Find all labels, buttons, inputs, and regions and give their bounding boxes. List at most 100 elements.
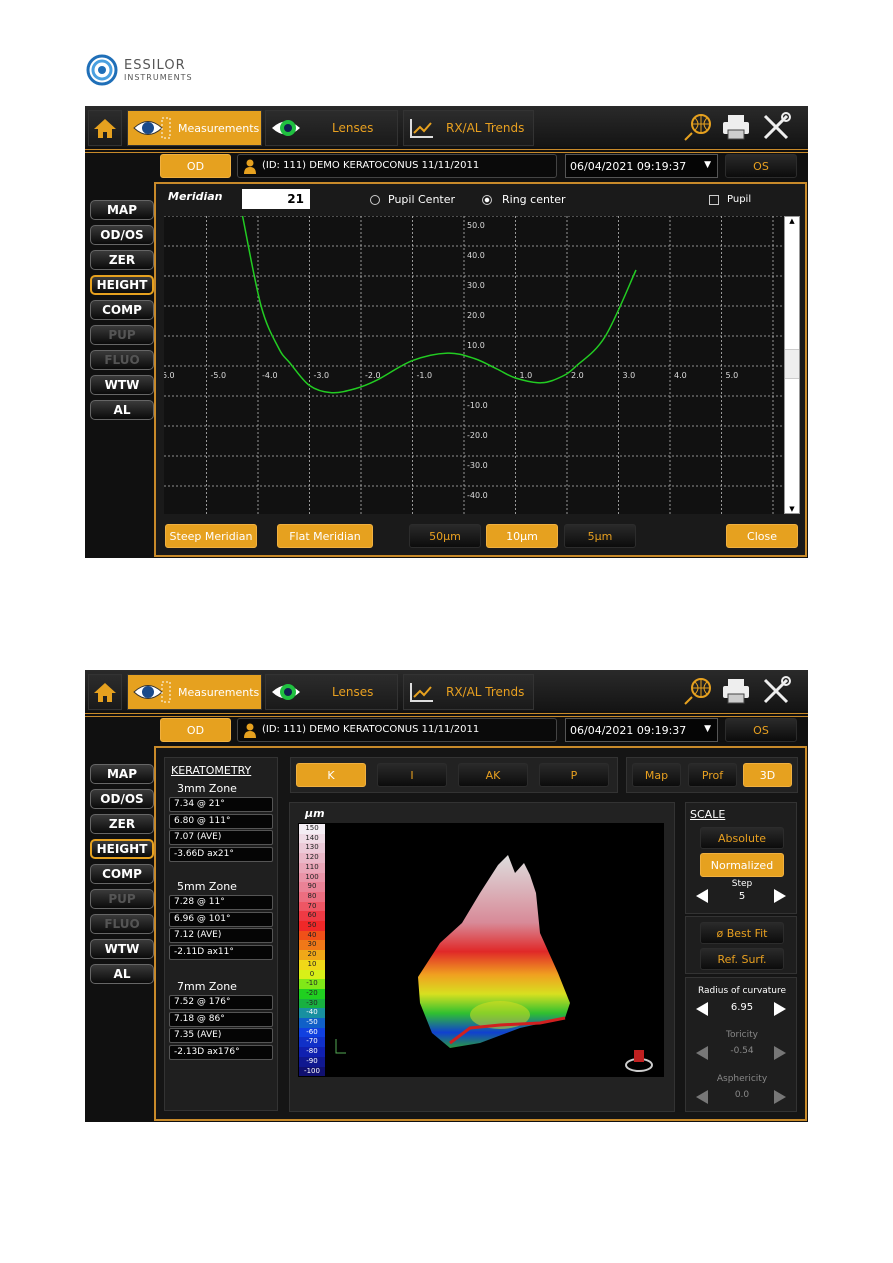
- pupil-center-radio[interactable]: [370, 195, 380, 205]
- scroll-up-arrow[interactable]: ▲: [785, 217, 799, 225]
- flat-meridian-button[interactable]: Flat Meridian: [277, 524, 373, 548]
- x-tick-label: -3.0: [314, 371, 330, 380]
- close-button[interactable]: Close: [726, 524, 798, 548]
- user-icon: [244, 159, 256, 174]
- chevron-down-icon: ▼: [704, 724, 711, 734]
- home-icon: [94, 683, 116, 702]
- step-increase-arrow[interactable]: [774, 889, 786, 903]
- os-button[interactable]: OS: [725, 154, 797, 178]
- scroll-thumb[interactable]: [785, 349, 799, 379]
- ref-surf-button[interactable]: Ref. Surf.: [700, 948, 784, 970]
- tab-lenses[interactable]: Lenses: [265, 110, 398, 146]
- scroll-down-arrow[interactable]: ▼: [785, 505, 799, 513]
- essilor-logo: ESSILOR INSTRUMENTS: [86, 54, 206, 88]
- steep-meridian-button[interactable]: Steep Meridian: [165, 524, 257, 548]
- sidebar-item-al[interactable]: AL: [90, 400, 154, 420]
- height-profile-chart: -6.0-5.0-4.0-3.0-2.0-1.01.02.03.04.05.05…: [164, 216, 784, 514]
- sidebar-item-comp[interactable]: COMP: [90, 300, 154, 320]
- tools-icon[interactable]: [761, 676, 791, 706]
- sidebar-item-od-os[interactable]: OD/OS: [90, 225, 154, 245]
- normalized-button[interactable]: Normalized: [700, 853, 784, 877]
- asphericity-decrease-arrow[interactable]: [696, 1090, 708, 1104]
- corneal-3d-surface[interactable]: [410, 853, 610, 1063]
- absolute-button[interactable]: Absolute: [700, 827, 784, 849]
- tab-rx-al-trends[interactable]: RX/AL Trends: [403, 110, 534, 146]
- chart-scrollbar[interactable]: ▲ ▼: [784, 216, 800, 514]
- map-tab-k[interactable]: K: [296, 763, 366, 787]
- sidebar-item-height[interactable]: HEIGHT: [90, 275, 154, 295]
- sidebar-item-zer[interactable]: ZER: [90, 814, 154, 834]
- scale-tick: -100: [299, 1066, 325, 1077]
- sidebar-item-wtw[interactable]: WTW: [90, 375, 154, 395]
- sidebar-item-fluo[interactable]: FLUO: [90, 350, 154, 370]
- best-fit-button[interactable]: ø Best Fit: [700, 922, 784, 944]
- pupil-checkbox[interactable]: [709, 195, 719, 205]
- tab-measurements[interactable]: Measurements: [127, 110, 262, 146]
- date-value: 06/04/2021 09:19:37: [570, 160, 687, 173]
- sidebar-item-zer[interactable]: ZER: [90, 250, 154, 270]
- viewer-3d[interactable]: µm 150 140 130 120 110 100 90 80 70 60 50 40 30 20 10 0…: [289, 802, 675, 1112]
- toricity-increase-arrow[interactable]: [774, 1046, 786, 1060]
- sidebar-item-fluo[interactable]: FLUO: [90, 914, 154, 934]
- view-tab-3d[interactable]: 3D: [743, 763, 792, 787]
- sidebar-item-wtw[interactable]: WTW: [90, 939, 154, 959]
- scale-5um-button[interactable]: 5µm: [564, 524, 636, 548]
- view-tab-map[interactable]: Map: [632, 763, 681, 787]
- scale-tick: 90: [299, 882, 325, 892]
- patient-box: (ID: 111) DEMO KERATOCONUS 11/11/2011: [237, 718, 557, 742]
- asphericity-increase-arrow[interactable]: [774, 1090, 786, 1104]
- meridian-input[interactable]: 21: [242, 189, 310, 209]
- sidebar-item-pup[interactable]: PUP: [90, 889, 154, 909]
- scale-tick: -90: [299, 1056, 325, 1067]
- od-button[interactable]: OD: [160, 154, 231, 178]
- sidebar-item-comp[interactable]: COMP: [90, 864, 154, 884]
- date-select[interactable]: 06/04/2021 09:19:37 ▼: [565, 154, 718, 178]
- sidebar-item-map[interactable]: MAP: [90, 200, 154, 220]
- sidebar-item-pup[interactable]: PUP: [90, 325, 154, 345]
- toricity-decrease-arrow[interactable]: [696, 1046, 708, 1060]
- sidebar-item-al[interactable]: AL: [90, 964, 154, 984]
- sidebar-item-od-os[interactable]: OD/OS: [90, 789, 154, 809]
- radius-increase-arrow[interactable]: [774, 1002, 786, 1016]
- os-button[interactable]: OS: [725, 718, 797, 742]
- home-button[interactable]: [88, 674, 122, 710]
- scale-tick: 100: [299, 872, 325, 883]
- trend-chart-icon: [410, 119, 433, 138]
- map-tab-p[interactable]: P: [539, 763, 609, 787]
- od-button[interactable]: OD: [160, 718, 231, 742]
- scale-50um-button[interactable]: 50µm: [409, 524, 481, 548]
- reset-view-icon[interactable]: [624, 1047, 654, 1073]
- axis-indicator-icon: [335, 1039, 346, 1054]
- tools-icon[interactable]: [761, 112, 791, 142]
- globe-icon[interactable]: [683, 112, 713, 142]
- tab-measurements[interactable]: Measurements: [127, 674, 262, 710]
- ring-center-radio[interactable]: [482, 195, 492, 205]
- scale-tick: -30: [299, 998, 325, 1009]
- scale-tick: 110: [299, 862, 325, 873]
- scale-panel: SCALE Absolute Normalized Step 5: [685, 802, 797, 914]
- keratometry-value: -2.13D ax176°: [169, 1044, 273, 1060]
- x-tick-label: 1.0: [520, 371, 533, 380]
- printer-icon[interactable]: [721, 677, 751, 705]
- scale-tick: 10: [299, 959, 325, 970]
- globe-icon[interactable]: [683, 676, 713, 706]
- map-tab-i[interactable]: I: [377, 763, 447, 787]
- home-button[interactable]: [88, 110, 122, 146]
- date-select[interactable]: 06/04/2021 09:19:37 ▼: [565, 718, 718, 742]
- patient-label: (ID: 111) DEMO KERATOCONUS 11/11/2011: [262, 724, 480, 735]
- sidebar-item-map[interactable]: MAP: [90, 764, 154, 784]
- logo-brand: ESSILOR: [124, 58, 186, 73]
- map-tab-ak[interactable]: AK: [458, 763, 528, 787]
- printer-icon[interactable]: [721, 113, 751, 141]
- scale-tick: 30: [299, 940, 325, 951]
- screenshot-3d-view: Measurements Lenses RX/AL Trends OD (ID:…: [85, 670, 808, 1122]
- tab-label: Measurements: [178, 121, 260, 135]
- scale-10um-button[interactable]: 10µm: [486, 524, 558, 548]
- radius-decrease-arrow[interactable]: [696, 1002, 708, 1016]
- view-tab-prof[interactable]: Prof: [688, 763, 737, 787]
- tab-rx-al-trends[interactable]: RX/AL Trends: [403, 674, 534, 710]
- keratometry-value: 7.35 (AVE): [169, 1028, 273, 1043]
- tab-lenses[interactable]: Lenses: [265, 674, 398, 710]
- sidebar-item-height[interactable]: HEIGHT: [90, 839, 154, 859]
- step-decrease-arrow[interactable]: [696, 889, 708, 903]
